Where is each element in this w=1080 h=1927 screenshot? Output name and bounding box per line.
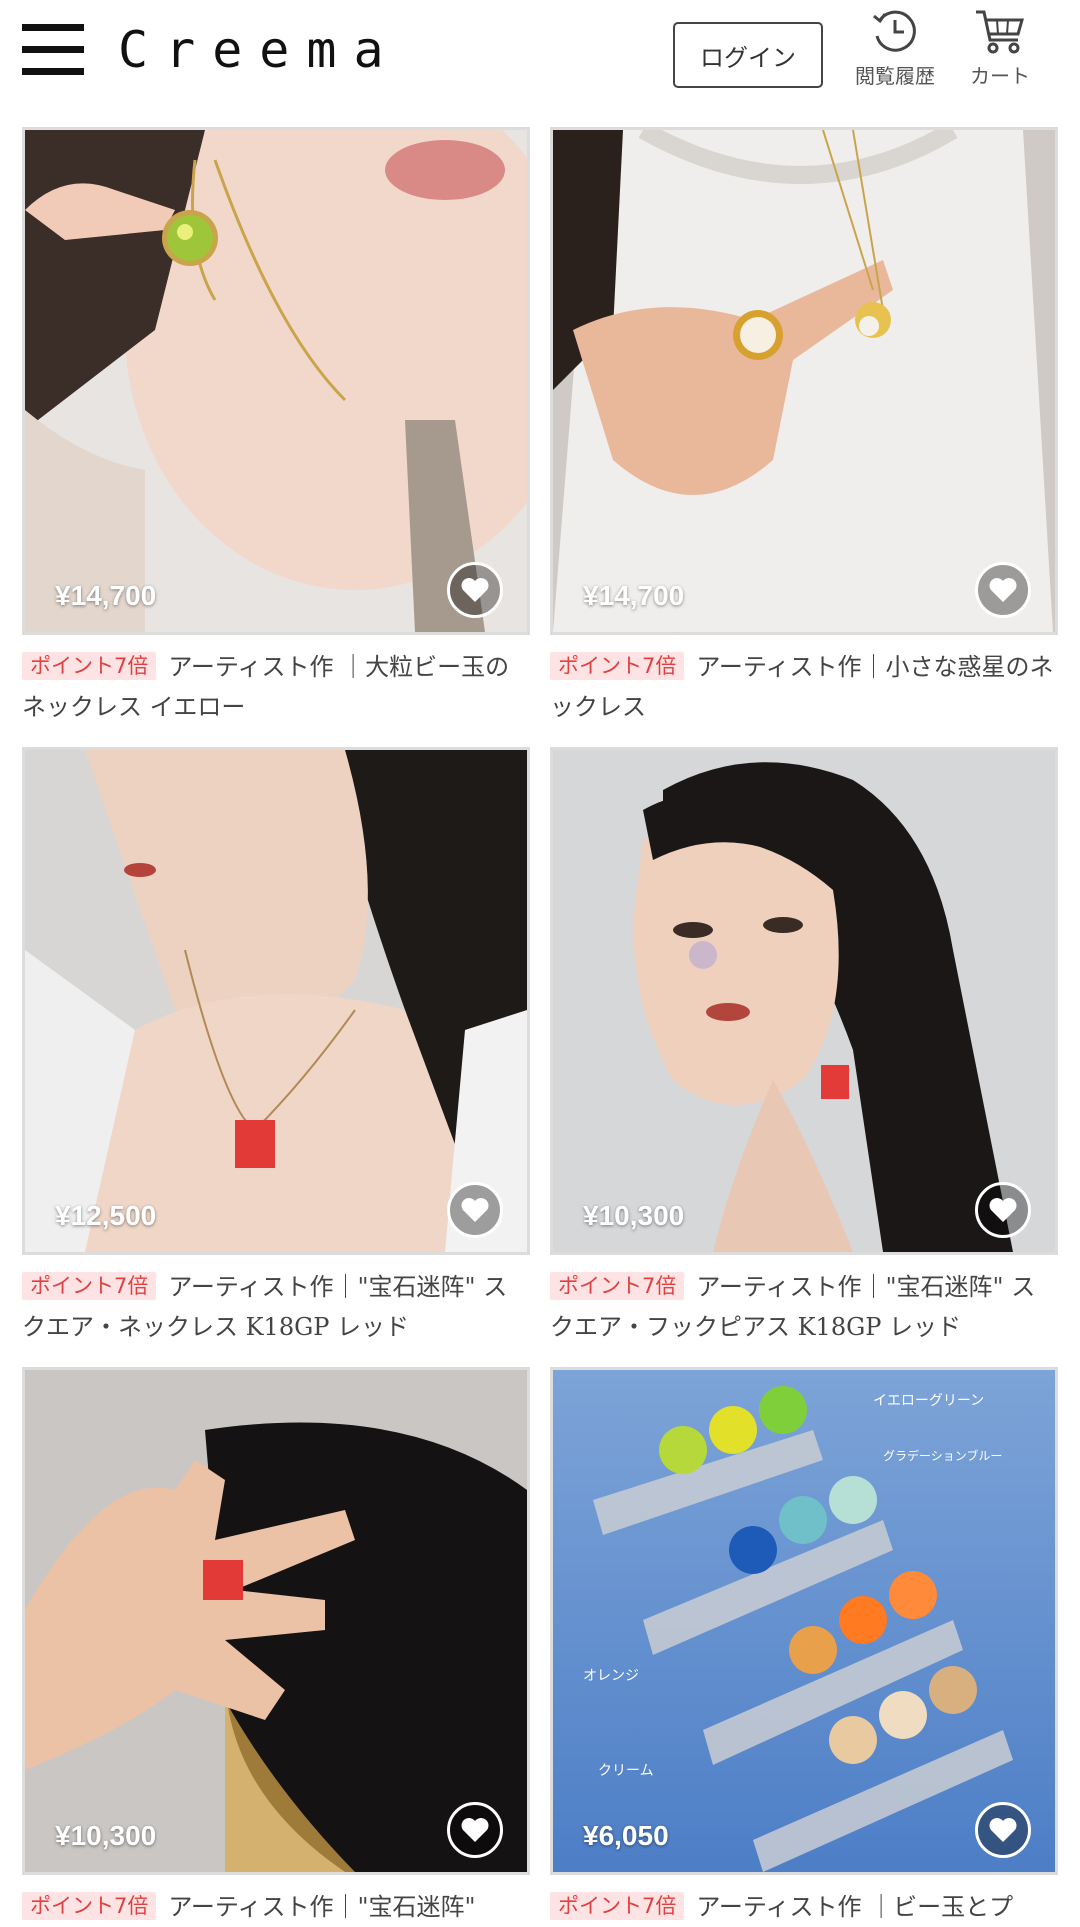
price-label: ¥10,300 <box>583 1200 685 1231</box>
annotation-yellow-green: イエローグリーン <box>873 1393 984 1409</box>
product-info[interactable]: ポイント7倍 アーティスト作｜"宝石迷阵" スクエア・ネックレス K18GP レッ… <box>22 1267 530 1347</box>
product-photo: イエローグリーン グラデーションブルー オレンジ クリーム <box>553 1370 1055 1872</box>
price-label: ¥14,700 <box>55 580 157 611</box>
annotation-gradation-blue: グラデーションブルー <box>883 1448 1002 1463</box>
shopping-cart-icon <box>976 10 1024 54</box>
favorite-button[interactable] <box>447 1182 503 1238</box>
login-button[interactable]: ログイン <box>673 22 823 88</box>
product-info[interactable]: ポイント7倍 アーティスト作 ｜大粒ビー玉のネックレス イエロー <box>22 647 530 727</box>
product-photo <box>25 750 527 1252</box>
favorite-button[interactable] <box>975 1182 1031 1238</box>
product-photo <box>25 1370 527 1872</box>
price-label: ¥10,300 <box>55 1820 157 1851</box>
product-title[interactable]: アーティスト作｜"宝石迷阵" <box>168 1893 475 1921</box>
heart-icon <box>989 1818 1017 1842</box>
annotation-cream: クリーム <box>598 1763 654 1779</box>
points-badge: ポイント7倍 <box>22 652 157 680</box>
product-image[interactable]: ¥12,500 <box>22 747 530 1255</box>
product-info[interactable]: ポイント7倍 アーティスト作｜"宝石迷阵" <box>22 1887 530 1927</box>
product-info[interactable]: ポイント7倍 アーティスト作 ｜ビー玉とプ <box>550 1887 1058 1927</box>
product-info[interactable]: ポイント7倍 アーティスト作｜小さな惑星のネックレス <box>550 647 1058 727</box>
app-header: Creema ログイン 閲覧履歴 カート <box>0 0 1080 120</box>
heart-icon <box>989 578 1017 602</box>
cart-label: カート <box>970 64 1030 88</box>
product-image[interactable]: ¥14,700 <box>550 127 1058 635</box>
creema-logo[interactable]: Creema <box>118 20 401 80</box>
cart-button[interactable]: カート <box>960 6 1040 90</box>
points-badge: ポイント7倍 <box>22 1892 157 1920</box>
heart-icon <box>461 578 489 602</box>
price-label: ¥14,700 <box>583 580 685 611</box>
favorite-button[interactable] <box>447 562 503 618</box>
points-badge: ポイント7倍 <box>550 1892 685 1920</box>
annotation-orange: オレンジ <box>583 1668 639 1684</box>
history-button[interactable]: 閲覧履歴 <box>845 6 945 90</box>
points-badge: ポイント7倍 <box>550 1272 685 1300</box>
history-label: 閲覧履歴 <box>855 64 935 88</box>
price-label: ¥12,500 <box>55 1200 157 1231</box>
product-info[interactable]: ポイント7倍 アーティスト作｜"宝石迷阵" スクエア・フックピアス K18GP レ… <box>550 1267 1058 1347</box>
product-image[interactable]: ¥10,300 <box>22 1367 530 1875</box>
heart-icon <box>461 1198 489 1222</box>
favorite-button[interactable] <box>975 1802 1031 1858</box>
product-photo <box>553 750 1055 1252</box>
product-photo <box>25 130 527 632</box>
heart-icon <box>989 1198 1017 1222</box>
clock-history-icon <box>873 10 916 52</box>
product-photo <box>553 130 1055 632</box>
hamburger-menu-icon[interactable] <box>22 24 86 76</box>
product-title[interactable]: アーティスト作 ｜ビー玉とプ <box>696 1893 1013 1921</box>
favorite-button[interactable] <box>447 1802 503 1858</box>
favorite-button[interactable] <box>975 562 1031 618</box>
points-badge: ポイント7倍 <box>550 652 685 680</box>
product-image[interactable]: ¥14,700 <box>22 127 530 635</box>
points-badge: ポイント7倍 <box>22 1272 157 1300</box>
product-image[interactable]: イエローグリーン グラデーションブルー オレンジ クリーム ¥6,050 <box>550 1367 1058 1875</box>
heart-icon <box>461 1818 489 1842</box>
price-label: ¥6,050 <box>583 1820 669 1851</box>
product-image[interactable]: ¥10,300 <box>550 747 1058 1255</box>
